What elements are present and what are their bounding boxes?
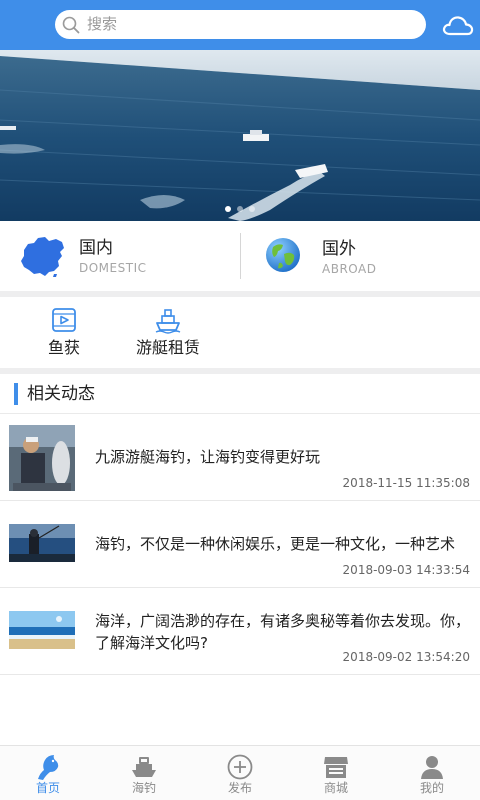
ocean-boats-photo <box>0 50 480 221</box>
tab-profile[interactable]: 我的 <box>384 746 480 800</box>
news-item[interactable]: 海钓，不仅是一种休闲娱乐，更是一种文化，一种艺术 2018-09-03 14:3… <box>0 501 480 588</box>
fish-catch-button[interactable]: 鱼获 <box>14 297 114 368</box>
carousel-dot[interactable] <box>249 206 255 212</box>
news-time: 2018-09-02 13:54:20 <box>342 650 470 664</box>
abroad-button[interactable]: 国外 ABROAD <box>240 233 480 279</box>
tab-profile-label: 我的 <box>419 781 444 795</box>
fish-icon <box>38 755 59 780</box>
news-item[interactable]: 九源游艇海钓，让海钓变得更好玩 2018-11-15 11:35:08 <box>0 414 480 501</box>
domestic-button[interactable]: 国内 DOMESTIC <box>0 221 240 291</box>
tab-sea-fishing-label: 海钓 <box>131 781 156 795</box>
region-selector: 国内 DOMESTIC 国外 ABROAD <box>0 221 480 291</box>
domestic-title: 国内 <box>79 238 113 258</box>
news-time: 2018-11-15 11:35:08 <box>342 476 470 490</box>
top-header: 搜索 <box>0 0 480 50</box>
fish-catch-label: 鱼获 <box>48 338 81 357</box>
tab-home-label: 首页 <box>35 781 60 795</box>
globe-icon <box>266 238 300 272</box>
carousel-dot[interactable] <box>225 206 231 212</box>
news-title: 海钓，不仅是一种休闲娱乐，更是一种文化，一种艺术 <box>95 535 456 553</box>
search-placeholder: 搜索 <box>87 15 118 33</box>
domestic-subtitle: DOMESTIC <box>79 261 147 275</box>
yacht-rental-label: 游艇租赁 <box>136 338 201 357</box>
tab-store-label: 商城 <box>323 781 348 795</box>
service-menu: 鱼获 游艇租赁 <box>0 297 480 368</box>
search-icon <box>62 16 80 34</box>
store-icon <box>324 757 348 778</box>
carousel-dot[interactable] <box>237 206 243 212</box>
yacht-rental-button[interactable]: 游艇租赁 <box>118 297 218 368</box>
user-icon <box>421 756 443 779</box>
news-title: 九源游艇海钓，让海钓变得更好玩 <box>95 448 321 466</box>
video-icon <box>52 308 76 332</box>
plus-circle-icon <box>227 754 253 780</box>
news-section-header: 相关动态 <box>0 374 480 414</box>
tab-sea-fishing[interactable]: 海钓 <box>96 746 192 800</box>
abroad-title: 国外 <box>322 239 356 259</box>
search-bar[interactable]: 搜索 <box>55 10 426 39</box>
section-title: 相关动态 <box>27 384 95 404</box>
ocean-beach-photo <box>9 611 75 649</box>
news-time: 2018-09-03 14:33:54 <box>342 563 470 577</box>
tab-home[interactable]: 首页 <box>0 746 96 800</box>
news-title: 海洋，广阔浩渺的存在，有诸多奥秘等着你去发现。你，了解海洋文化吗? <box>95 612 471 652</box>
boat-icon <box>132 757 156 777</box>
abroad-subtitle: ABROAD <box>322 262 377 276</box>
news-item[interactable]: 海洋，广阔浩渺的存在，有诸多奥秘等着你去发现。你，了解海洋文化吗? 2018-0… <box>0 588 480 675</box>
cloud-icon[interactable] <box>442 11 474 39</box>
bottom-tab-bar: 首页 海钓 发布 商城 我的 <box>0 745 480 800</box>
tab-store[interactable]: 商城 <box>288 746 384 800</box>
carousel-dots <box>0 206 480 212</box>
tab-publish[interactable]: 发布 <box>192 746 288 800</box>
tab-publish-label: 发布 <box>227 781 252 795</box>
china-map-icon <box>21 237 64 277</box>
banner-carousel[interactable] <box>0 50 480 221</box>
fisherman-holding-fish-photo <box>9 425 75 491</box>
section-accent-bar <box>14 383 18 405</box>
sea-fishing-photo <box>9 524 75 562</box>
ship-icon <box>155 309 181 334</box>
